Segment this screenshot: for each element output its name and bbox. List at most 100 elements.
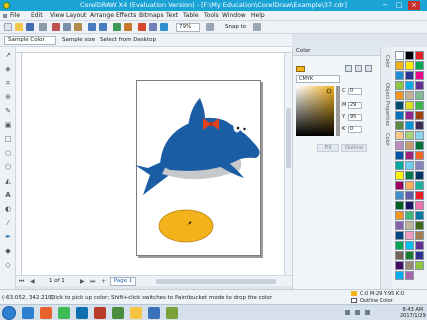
color-viewers-icon[interactable] bbox=[345, 65, 352, 72]
welcome-screen-icon[interactable] bbox=[149, 23, 157, 31]
palette-swatch[interactable] bbox=[405, 171, 414, 180]
new-document-icon[interactable] bbox=[4, 23, 12, 31]
palette-swatch[interactable] bbox=[415, 61, 424, 70]
polygon-tool-icon[interactable]: ⬠ bbox=[4, 163, 12, 171]
coreldraw-task-icon[interactable] bbox=[112, 307, 124, 319]
menu-file[interactable]: File bbox=[10, 12, 20, 20]
eyedropper-mode-select[interactable]: Sample Color bbox=[4, 36, 56, 45]
menu-effects[interactable]: Effects bbox=[116, 12, 136, 20]
add-page-button[interactable]: + bbox=[101, 277, 106, 286]
outline-button[interactable]: Outline bbox=[341, 144, 367, 152]
tray-volume-icon[interactable] bbox=[365, 310, 370, 315]
palette-swatch[interactable] bbox=[395, 251, 404, 260]
select-from-desktop-button[interactable]: Select from Desktop bbox=[100, 37, 156, 44]
basic-shapes-tool-icon[interactable]: ◭ bbox=[4, 177, 12, 185]
zoom-tool-icon[interactable]: ⊕ bbox=[4, 93, 12, 101]
redo-icon[interactable] bbox=[99, 23, 107, 31]
palette-swatch[interactable] bbox=[415, 111, 424, 120]
palette-swatch[interactable] bbox=[405, 61, 414, 70]
shape-tool-icon[interactable]: ◈ bbox=[4, 65, 12, 73]
palette-swatch[interactable] bbox=[395, 201, 404, 210]
media-player-icon[interactable] bbox=[166, 307, 178, 319]
palette-swatch[interactable] bbox=[395, 261, 404, 270]
previous-page-button[interactable]: ◀ bbox=[30, 277, 35, 286]
snap-to-dropdown[interactable]: Snap to bbox=[225, 24, 246, 31]
palette-swatch[interactable] bbox=[395, 141, 404, 150]
palette-swatch[interactable] bbox=[405, 121, 414, 130]
internet-explorer-icon[interactable] bbox=[22, 307, 34, 319]
horizontal-scrollbar[interactable] bbox=[156, 279, 276, 284]
next-page-button[interactable]: ▶ bbox=[80, 277, 85, 286]
palette-swatch[interactable] bbox=[405, 221, 414, 230]
palette-swatch[interactable] bbox=[415, 241, 424, 250]
palette-swatch[interactable] bbox=[395, 161, 404, 170]
export-icon[interactable] bbox=[124, 23, 132, 31]
menu-arrange[interactable]: Arrange bbox=[90, 12, 114, 20]
color-palettes-icon[interactable] bbox=[365, 65, 372, 72]
word-icon[interactable] bbox=[148, 307, 160, 319]
palette-swatch[interactable] bbox=[405, 251, 414, 260]
palette-swatch[interactable] bbox=[395, 121, 404, 130]
palette-swatch[interactable] bbox=[405, 131, 414, 140]
full-screen-preview-icon[interactable] bbox=[206, 23, 214, 31]
menu-help[interactable]: Help bbox=[251, 12, 265, 20]
taskbar-clock[interactable]: 8:43 AM 2017/1/29 bbox=[400, 307, 426, 319]
menu-tools[interactable]: Tools bbox=[204, 12, 219, 20]
palette-swatch[interactable] bbox=[405, 71, 414, 80]
document-page[interactable] bbox=[136, 80, 261, 256]
file-explorer-icon[interactable] bbox=[130, 307, 142, 319]
vertical-scrollbar[interactable] bbox=[284, 53, 292, 275]
docker-tab-object-properties[interactable]: Object Properties bbox=[383, 83, 391, 126]
palette-swatch[interactable] bbox=[405, 141, 414, 150]
palette-swatch[interactable] bbox=[415, 171, 424, 180]
palette-swatch[interactable] bbox=[395, 271, 404, 280]
palette-swatch[interactable] bbox=[415, 151, 424, 160]
fill-button[interactable]: Fill bbox=[317, 144, 339, 152]
close-button[interactable]: × bbox=[408, 1, 420, 10]
outline-color-swatch[interactable] bbox=[351, 298, 357, 303]
interactive-fill-tool-icon[interactable]: ◇ bbox=[4, 261, 12, 269]
magenta-input[interactable]: 29 bbox=[348, 102, 362, 109]
palette-swatch[interactable] bbox=[405, 231, 414, 240]
tray-network-icon[interactable] bbox=[355, 310, 360, 315]
palette-swatch[interactable] bbox=[415, 131, 424, 140]
palette-swatch[interactable] bbox=[395, 191, 404, 200]
fill-tool-icon[interactable]: ◆ bbox=[4, 247, 12, 255]
palette-swatch[interactable] bbox=[415, 81, 424, 90]
palette-swatch[interactable] bbox=[395, 171, 404, 180]
menu-edit[interactable]: Edit bbox=[31, 12, 43, 20]
print-icon[interactable] bbox=[39, 23, 47, 31]
docker-tab-color[interactable]: Color bbox=[383, 55, 391, 68]
palette-swatch[interactable] bbox=[415, 101, 424, 110]
palette-swatch[interactable] bbox=[415, 51, 424, 60]
ellipse-tool-icon[interactable]: ○ bbox=[4, 149, 12, 157]
yellow-input[interactable]: 95 bbox=[348, 114, 362, 121]
eyedropper-tool-icon[interactable]: ⁄ bbox=[4, 219, 12, 227]
sample-size-select[interactable]: Sample size bbox=[62, 37, 95, 44]
palette-swatch[interactable] bbox=[405, 91, 414, 100]
palette-swatch[interactable] bbox=[395, 151, 404, 160]
palette-swatch[interactable] bbox=[415, 121, 424, 130]
palette-swatch[interactable] bbox=[405, 51, 414, 60]
color-picker-area[interactable] bbox=[296, 86, 340, 136]
palette-swatch[interactable] bbox=[395, 241, 404, 250]
palette-swatch[interactable] bbox=[405, 181, 414, 190]
palette-swatch[interactable] bbox=[415, 221, 424, 230]
menu-table[interactable]: Table bbox=[183, 12, 199, 20]
color-model-select[interactable]: CMYK bbox=[296, 75, 340, 83]
palette-swatch[interactable] bbox=[395, 231, 404, 240]
last-page-button[interactable]: ⏭ bbox=[90, 277, 95, 286]
palette-swatch[interactable] bbox=[395, 111, 404, 120]
palette-swatch[interactable] bbox=[415, 71, 424, 80]
page-tab[interactable]: Page 1 bbox=[110, 277, 136, 286]
palette-swatch[interactable] bbox=[405, 211, 414, 220]
firefox-icon[interactable] bbox=[40, 307, 52, 319]
outline-tool-icon[interactable]: ✒ bbox=[4, 233, 12, 241]
palette-swatch[interactable] bbox=[415, 161, 424, 170]
palette-swatch[interactable] bbox=[395, 181, 404, 190]
options-icon[interactable] bbox=[253, 23, 261, 31]
palette-swatch[interactable] bbox=[405, 161, 414, 170]
minimize-button[interactable]: − bbox=[379, 1, 391, 10]
palette-swatch[interactable] bbox=[395, 61, 404, 70]
undo-icon[interactable] bbox=[88, 23, 96, 31]
